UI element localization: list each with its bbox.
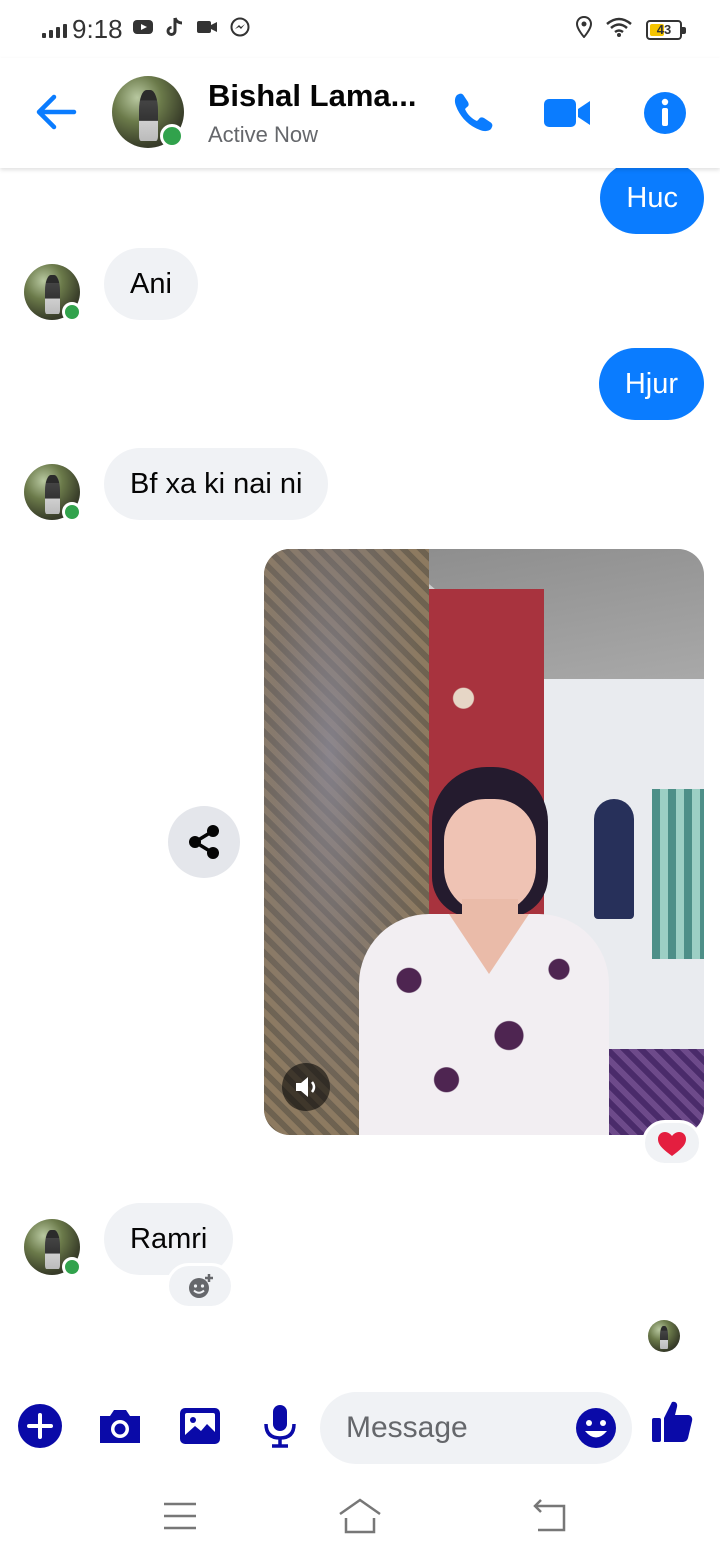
online-indicator (62, 1257, 82, 1277)
info-icon (644, 92, 686, 134)
location-icon (575, 15, 593, 43)
share-button[interactable] (168, 806, 240, 878)
plus-icon (18, 1404, 62, 1448)
system-navigation-bar (0, 1478, 720, 1560)
signal-icon (42, 24, 67, 38)
camera-icon (100, 1410, 140, 1443)
mute-toggle-button[interactable] (282, 1063, 330, 1111)
microphone-icon (264, 1405, 296, 1448)
status-time: 9:18 (72, 14, 123, 44)
emoji-icon (576, 1408, 616, 1448)
voice-call-button[interactable] (448, 88, 498, 138)
outgoing-message[interactable]: Huc (600, 162, 704, 234)
more-actions-button[interactable] (16, 1402, 64, 1450)
phone-icon (454, 93, 493, 132)
messenger-icon (230, 17, 250, 42)
add-reaction-button[interactable] (166, 1263, 234, 1309)
home-button[interactable] (336, 1494, 384, 1538)
image-icon (180, 1408, 220, 1444)
battery-level: 43 (656, 22, 672, 37)
like-button[interactable] (648, 1396, 696, 1444)
seen-avatar (648, 1320, 680, 1352)
incoming-message[interactable]: Bf xa ki nai ni (104, 448, 329, 520)
heart-icon (658, 1132, 686, 1156)
return-icon (533, 1499, 566, 1532)
video-call-button[interactable] (542, 88, 592, 138)
info-button[interactable] (640, 88, 690, 138)
video-icon (196, 19, 218, 40)
video-camera-icon (544, 99, 590, 127)
wifi-icon (606, 17, 632, 42)
status-bar: 9:18 43 (0, 0, 720, 58)
contact-name[interactable]: Bishal Lama... (208, 78, 416, 114)
menu-icon (164, 1502, 196, 1530)
camera-button[interactable] (96, 1402, 144, 1450)
battery-icon: 43 (646, 19, 686, 40)
speaker-icon (296, 1077, 316, 1097)
outgoing-message[interactable]: Hjur (598, 348, 704, 420)
conversation-header: Bishal Lama... Active Now (0, 58, 720, 168)
back-button[interactable] (34, 92, 78, 132)
message-composer (0, 1386, 720, 1466)
youtube-icon (132, 18, 154, 41)
incoming-message[interactable]: Ani (104, 248, 198, 320)
video-message[interactable] (264, 549, 704, 1135)
share-icon (189, 825, 219, 859)
gallery-button[interactable] (176, 1402, 224, 1450)
tiktok-icon (166, 17, 184, 42)
heart-reaction[interactable] (642, 1120, 702, 1166)
back-nav-button[interactable] (526, 1494, 570, 1538)
back-arrow-icon (36, 94, 77, 130)
thumbs-up-icon (652, 1401, 693, 1442)
add-reaction-icon (189, 1274, 213, 1298)
online-indicator (62, 302, 82, 322)
emoji-button[interactable] (574, 1406, 618, 1450)
message-list: Huc Ani Hjur Bf xa ki nai ni Ramri (0, 162, 720, 1386)
online-indicator (62, 502, 82, 522)
home-icon (339, 1498, 381, 1534)
online-indicator (160, 124, 184, 148)
menu-button[interactable] (158, 1494, 202, 1538)
contact-status: Active Now (208, 122, 319, 147)
voice-message-button[interactable] (256, 1402, 304, 1450)
